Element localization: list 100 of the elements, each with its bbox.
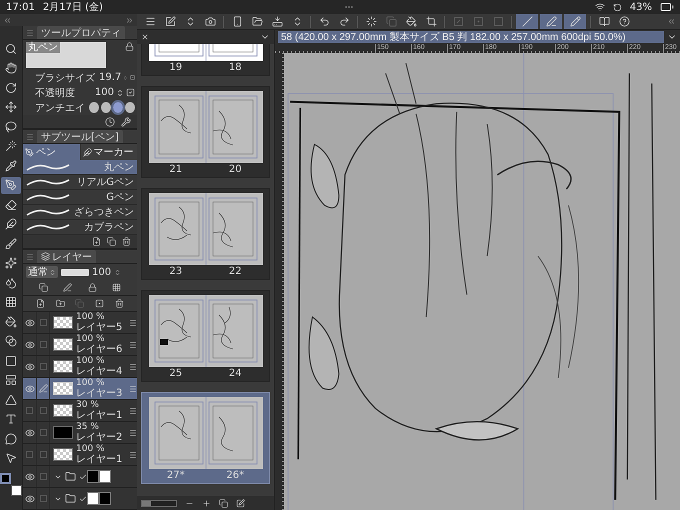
page-spread[interactable]: 19 18 <box>141 44 270 76</box>
spinner-icon <box>49 268 56 276</box>
panel-tab[interactable]: サブツール[ペン] <box>37 130 123 143</box>
panel-tab[interactable]: ツールプロパティ <box>37 26 125 39</box>
page-spread[interactable]: 25 24 <box>141 290 270 382</box>
page-number: 27* <box>166 470 185 481</box>
layer-row[interactable] <box>23 466 137 488</box>
menu-icon <box>129 406 137 414</box>
page-spread[interactable]: 27* 26* <box>141 392 270 484</box>
triangle-icon <box>5 394 17 406</box>
pencil-button[interactable] <box>564 14 586 29</box>
folder-icon <box>252 16 262 27</box>
visibility-icon[interactable] <box>24 428 34 438</box>
layer-row[interactable]: 100 % レイヤー5 <box>23 312 137 334</box>
zoom-slider-fill[interactable] <box>142 500 150 506</box>
droplets-icon <box>5 276 17 289</box>
property-label: 不透明度 <box>35 86 75 100</box>
brush-name: 丸ペン <box>104 160 134 174</box>
visibility-icon[interactable] <box>24 472 34 482</box>
loader-icon <box>366 16 376 27</box>
visibility-icon[interactable] <box>24 318 34 328</box>
layer-row[interactable]: 35 % レイヤー2 <box>23 422 137 444</box>
brush-item[interactable]: Gペン <box>23 190 137 205</box>
page-number: 19 <box>169 62 182 73</box>
brush-item[interactable]: カブラペン <box>23 220 137 235</box>
layer-opacity: 30 % <box>76 400 100 410</box>
page-spread[interactable]: 21 20 <box>141 86 270 178</box>
pen-line-icon <box>63 283 72 292</box>
lock-toggle[interactable] <box>40 429 46 436</box>
layer-row[interactable]: 100 % レイヤー3 <box>23 378 137 400</box>
menu-icon <box>26 132 34 140</box>
slash-icon <box>522 16 532 27</box>
layer-row[interactable]: 100 % レイヤー1 <box>23 444 137 466</box>
speech-balloon-icon <box>5 432 17 445</box>
layer-row[interactable]: 100 % レイヤー4 <box>23 356 137 378</box>
visibility-icon[interactable] <box>24 362 34 372</box>
lock-toggle[interactable] <box>40 473 46 480</box>
lock-icon <box>88 283 97 292</box>
visibility-icon[interactable] <box>24 340 34 350</box>
visibility-icon[interactable] <box>24 384 34 394</box>
text-tool-icon <box>5 413 17 426</box>
eraser-icon <box>5 198 17 211</box>
new-folder-icon <box>56 299 65 308</box>
page-number: 18 <box>228 62 242 73</box>
lock-toggle[interactable] <box>40 363 46 370</box>
lock-toggle[interactable] <box>40 495 46 502</box>
visibility-toggle[interactable] <box>26 407 33 414</box>
antialias-option[interactable] <box>125 102 135 113</box>
folder-icon <box>65 493 76 504</box>
layer-name: レイヤー1 <box>76 410 124 421</box>
lock-toggle[interactable] <box>40 341 46 348</box>
brush-name: 丸ペン <box>26 42 60 53</box>
menu-icon <box>129 340 137 348</box>
hand-icon <box>5 62 17 74</box>
brush-name: Gペン <box>106 191 134 204</box>
page-spread[interactable]: 23 22 <box>141 188 270 280</box>
pen-line-button[interactable] <box>540 14 562 29</box>
lock-toggle[interactable] <box>40 407 46 414</box>
opacity-bar[interactable] <box>61 268 89 276</box>
pen-icon <box>5 179 17 192</box>
subtool-tab[interactable]: ペン <box>23 144 80 160</box>
menu-icon <box>129 318 137 326</box>
antialias-option[interactable] <box>101 102 111 113</box>
brush-stroke-icon <box>26 178 70 186</box>
folder-icon <box>65 471 76 482</box>
visibility-icon[interactable] <box>24 494 34 504</box>
color-swatch[interactable] <box>0 473 11 484</box>
page-number: 20 <box>228 164 242 175</box>
lock-toggle[interactable] <box>40 319 46 326</box>
blend-mode-select[interactable]: 通常 <box>26 266 58 278</box>
wifi-icon <box>594 2 605 12</box>
brush-name: リアルGペン <box>76 176 134 189</box>
status-time: 17:01 <box>6 2 35 12</box>
property-value: 19.7 <box>99 72 122 83</box>
lock-toggle[interactable] <box>40 451 46 458</box>
visibility-toggle[interactable] <box>26 451 33 458</box>
property-label: アンチエイ <box>35 102 85 114</box>
camera-icon <box>204 16 216 27</box>
copy-icon <box>386 16 396 27</box>
layer-row[interactable] <box>23 488 137 510</box>
tool-button[interactable] <box>1 176 21 194</box>
edit-icon <box>236 498 245 508</box>
panel-tab[interactable]: レイヤー <box>37 250 96 263</box>
layer-row[interactable]: 100 % レイヤー6 <box>23 334 137 356</box>
layer-row[interactable]: 30 % レイヤー1 <box>23 400 137 422</box>
menu-icon <box>129 450 137 458</box>
brush-item[interactable]: リアルGペン <box>23 175 137 190</box>
subtool-tab[interactable]: マーカー <box>80 144 137 160</box>
pen-line-icon <box>546 16 556 27</box>
square-icon <box>5 354 17 367</box>
antialias-option[interactable] <box>89 102 99 113</box>
color-swatch[interactable] <box>11 485 22 496</box>
brush-item[interactable]: ざらつきペン <box>23 205 137 220</box>
menu-icon <box>26 28 34 36</box>
lock-icon <box>125 42 134 51</box>
book-icon <box>598 16 610 27</box>
brush-item[interactable]: 丸ペン <box>23 160 137 175</box>
canvas-tab[interactable]: 58 (420.00 x 297.00mm 製本サイズ B5 判 182.00 x 257.00mm 600dpi 50.0%) <box>278 31 664 43</box>
property-label: ブラシサイズ <box>35 72 95 84</box>
layer-opacity: 100 % <box>76 444 106 454</box>
